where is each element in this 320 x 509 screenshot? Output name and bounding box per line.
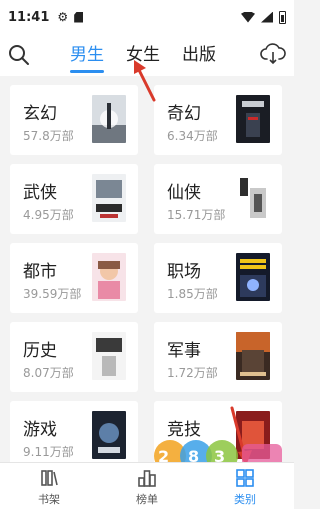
category-count: 1.85万部 [167,287,218,301]
category-card-youxi[interactable]: 游戏 9.11万部 [10,401,138,462]
gear-icon: ⚙ [57,10,69,24]
category-name: 历史 [23,341,57,361]
categories-icon [236,469,254,487]
book-cover [236,253,270,301]
search-icon [9,45,29,65]
category-card-xianxia[interactable]: 仙侠 15.71万部 [154,164,282,234]
sd-card-icon [74,11,84,23]
cloud-download-icon [260,43,286,65]
category-name: 玄幻 [23,104,57,124]
category-card-qihuan[interactable]: 奇幻 6.34万部 [154,85,282,155]
nav-rankings[interactable]: 榜单 [98,463,196,509]
book-cover [92,332,126,380]
tab-female[interactable]: 女生 [126,42,160,68]
category-card-dushi[interactable]: 都市 39.59万部 [10,243,138,313]
book-cover [92,95,126,143]
book-cover [236,174,270,222]
nav-categories[interactable]: 类别 [196,463,294,509]
category-name: 武侠 [23,183,57,203]
category-card-junshi[interactable]: 军事 1.72万部 [154,322,282,392]
category-grid: 玄幻 57.8万部 奇幻 6.34万部 武侠 4.95万部 仙侠 15.71万部… [0,76,294,462]
category-count: 15.71万部 [167,208,226,222]
book-cover [236,95,270,143]
book-cover [92,411,126,459]
rankings-icon [138,470,156,487]
active-tab-indicator [70,70,104,73]
tab-male[interactable]: 男生 [70,42,104,68]
nav-label: 书架 [38,493,60,506]
category-name: 职场 [167,262,201,282]
battery-icon [279,10,286,24]
category-card-lishi[interactable]: 历史 8.07万部 [10,322,138,392]
bookshelf-icon [41,470,58,486]
category-card-wuxia[interactable]: 武侠 4.95万部 [10,164,138,234]
category-count: 9.11万部 [23,445,74,459]
category-count: 6.34万部 [167,129,218,143]
category-card-zhichang[interactable]: 职场 1.85万部 [154,243,282,313]
nav-label: 榜单 [136,493,158,506]
category-count: 39.59万部 [23,287,82,301]
wifi-icon [241,11,255,23]
category-count: 8.07万部 [23,366,74,380]
nav-label: 类别 [234,493,256,506]
bottom-nav: 书架 榜单 类别 [0,462,294,509]
status-time: 11:41 [8,9,50,25]
book-cover [92,253,126,301]
category-name: 仙侠 [167,183,201,203]
category-card-xuanhuan[interactable]: 玄幻 57.8万部 [10,85,138,155]
tab-publish[interactable]: 出版 [182,42,216,68]
category-count: 1.72万部 [167,366,218,380]
book-cover [92,174,126,222]
search-button[interactable] [6,42,32,68]
top-tab-bar: 男生 女生 出版 [0,34,294,76]
category-card-jingji[interactable]: 竞技 [154,401,282,462]
category-name: 奇幻 [167,104,201,124]
nav-bookshelf[interactable]: 书架 [0,463,98,509]
category-name: 都市 [23,262,57,282]
category-name: 军事 [167,341,201,361]
book-cover [236,411,270,459]
category-name: 竞技 [167,420,201,440]
category-count: 4.95万部 [23,208,74,222]
category-name: 游戏 [23,420,57,440]
download-button[interactable] [260,41,286,67]
book-cover [236,332,270,380]
status-bar: 11:41 ⚙ [0,0,294,34]
signal-icon [261,11,273,23]
category-count: 57.8万部 [23,129,74,143]
